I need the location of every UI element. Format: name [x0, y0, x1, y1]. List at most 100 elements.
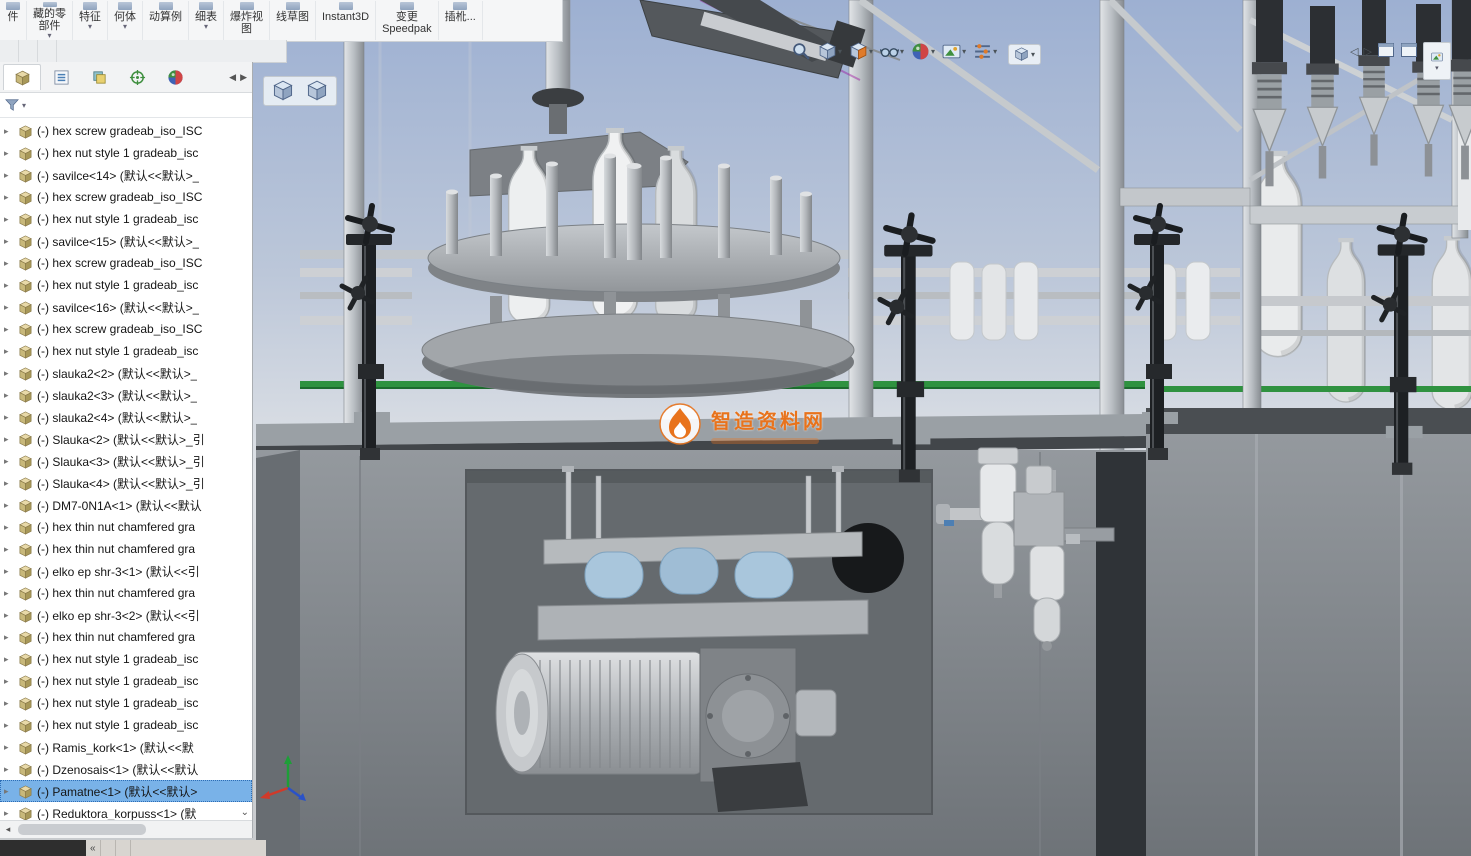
model-view-tab[interactable] — [130, 840, 145, 856]
tree-item[interactable]: ▸ (-) Slauka<4> (默认<<默认>_引 — [0, 472, 252, 494]
tree-item[interactable]: ▸ (-) hex screw gradeab_iso_ISC — [0, 318, 252, 340]
display-state-cube-icon[interactable] — [272, 80, 294, 102]
dimxpertmanager-icon[interactable] — [119, 65, 155, 90]
expand-arrow-icon[interactable]: ▸ — [4, 390, 16, 401]
previous-window-icon[interactable]: ◁ — [1350, 42, 1358, 58]
apply-scene-icon[interactable]: ▾ — [942, 42, 966, 61]
expand-arrow-icon[interactable]: ▸ — [4, 654, 16, 665]
ribbon-tab[interactable] — [19, 40, 38, 62]
hidden-components-cube-icon[interactable] — [306, 80, 328, 102]
hide-show-items-glasses-icon[interactable]: ▾ — [880, 42, 904, 61]
dropdown-caret-icon[interactable]: ▾ — [869, 47, 873, 56]
expand-arrow-icon[interactable]: ▸ — [4, 280, 16, 291]
view-settings-icon[interactable]: ▾ — [973, 42, 997, 61]
ribbon-button[interactable]: Instant3D — [316, 1, 376, 40]
tree-item[interactable]: ▸ (-) hex nut style 1 gradeab_isc — [0, 714, 252, 736]
tree-item[interactable]: ▸ (-) hex screw gradeab_iso_ISC — [0, 186, 252, 208]
tree-item[interactable]: ▸ (-) hex nut style 1 gradeab_isc — [0, 692, 252, 714]
expand-arrow-icon[interactable]: ▸ — [4, 302, 16, 313]
scene-selector-button[interactable]: ▾ — [1423, 42, 1451, 80]
ribbon-button[interactable]: 动算例 — [143, 1, 189, 40]
expand-arrow-icon[interactable]: ▸ — [4, 632, 16, 643]
expand-arrow-icon[interactable]: ▸ — [4, 236, 16, 247]
expand-arrow-icon[interactable]: ▸ — [4, 148, 16, 159]
tree-item[interactable]: ▸ (-) hex screw gradeab_iso_ISC — [0, 252, 252, 274]
tree-item[interactable]: ▸ (-) Slauka<3> (默认<<默认>_引 — [0, 450, 252, 472]
tree-item[interactable]: ▸ (-) Ramis_kork<1> (默认<<默 — [0, 736, 252, 758]
tree-item[interactable]: ▸ (-) slauka2<2> (默认<<默认>_ — [0, 362, 252, 384]
ribbon-button[interactable]: 藏的零 部件 ▾ — [27, 1, 73, 40]
expand-arrow-icon[interactable]: ▸ — [4, 412, 16, 423]
tree-item[interactable]: ▸ (-) hex thin nut chamfered gra — [0, 538, 252, 560]
tree-item[interactable]: ▸ (-) Slauka<2> (默认<<默认>_引 — [0, 428, 252, 450]
expand-arrow-icon[interactable]: ▸ — [4, 434, 16, 445]
expand-arrow-icon[interactable]: ▸ — [4, 170, 16, 181]
expand-arrow-icon[interactable]: ▸ — [4, 742, 16, 753]
tree-item[interactable]: ▸ (-) savilce<16> (默认<<默认>_ — [0, 296, 252, 318]
displaymanager-icon[interactable] — [157, 65, 193, 90]
window-icon[interactable] — [1377, 42, 1395, 63]
tree-item[interactable]: ▸ (-) slauka2<3> (默认<<默认>_ — [0, 384, 252, 406]
expand-arrow-icon[interactable]: ▸ — [4, 676, 16, 687]
configurationmanager-icon[interactable] — [81, 65, 117, 90]
ribbon-tab[interactable] — [38, 40, 57, 62]
tree-item[interactable]: ▸ (-) hex nut style 1 gradeab_isc — [0, 208, 252, 230]
ribbon-button[interactable]: 细表 ▾ — [189, 1, 224, 40]
tree-item[interactable]: ▸ (-) slauka2<4> (默认<<默认>_ — [0, 406, 252, 428]
ribbon-button[interactable]: 线草图 — [270, 1, 316, 40]
tree-item[interactable]: ▸ (-) hex nut style 1 gradeab_isc — [0, 142, 252, 164]
tree-item[interactable]: ▸ (-) hex nut style 1 gradeab_isc — [0, 648, 252, 670]
tree-item[interactable]: ▸ (-) Pamatne<1> (默认<<默认> — [0, 780, 252, 802]
propertymanager-icon[interactable] — [43, 65, 79, 90]
expand-arrow-icon[interactable]: ▸ — [4, 522, 16, 533]
dropdown-caret-icon[interactable]: ▾ — [900, 47, 904, 56]
ribbon-button[interactable]: 特征 ▾ — [73, 1, 108, 40]
tree-item[interactable]: ▸ (-) savilce<15> (默认<<默认>_ — [0, 230, 252, 252]
collapse-tabs-icon[interactable]: « — [86, 843, 100, 854]
ribbon-tab[interactable] — [0, 40, 19, 62]
featuremanager-tree-icon[interactable] — [3, 64, 41, 90]
tree-item[interactable]: ▸ (-) hex nut style 1 gradeab_isc — [0, 274, 252, 296]
expand-arrow-icon[interactable]: ▸ — [4, 588, 16, 599]
ribbon-button[interactable]: 变更 Speedpak — [376, 1, 439, 40]
expand-arrow-icon[interactable]: ▸ — [4, 258, 16, 269]
expand-arrow-icon[interactable]: ▸ — [4, 764, 16, 775]
expand-arrow-icon[interactable]: ▸ — [4, 808, 16, 819]
tree-item[interactable]: ▸ (-) elko ep shr-3<1> (默认<<引 — [0, 560, 252, 582]
section-view-icon[interactable]: ▾ — [849, 42, 873, 61]
tree-item[interactable]: ▸ (-) hex screw gradeab_iso_ISC — [0, 120, 252, 142]
ribbon-button[interactable]: 爆炸视 图 — [224, 1, 270, 40]
tree-item[interactable]: ▸ (-) hex nut style 1 gradeab_isc — [0, 340, 252, 362]
expand-arrow-icon[interactable]: ▸ — [4, 610, 16, 621]
tree-item[interactable]: ▸ (-) Dzenosais<1> (默认<<默认 — [0, 758, 252, 780]
dropdown-caret-icon[interactable]: ▾ — [22, 101, 26, 110]
scrollbar-thumb[interactable] — [18, 824, 146, 835]
zoom-to-fit-icon[interactable] — [792, 42, 811, 61]
ribbon-button[interactable]: 何体 ▾ — [108, 1, 143, 40]
dropdown-caret-icon[interactable]: ▾ — [123, 23, 127, 31]
dropdown-caret-icon[interactable]: ▾ — [993, 47, 997, 56]
dropdown-caret-icon[interactable]: ▾ — [931, 47, 935, 56]
tile-windows-icon[interactable] — [1400, 42, 1418, 63]
model-view-tab[interactable] — [100, 840, 115, 856]
view-orientation-cube-icon[interactable]: ▾ — [818, 42, 842, 61]
tree-item[interactable]: ▸ (-) Reduktora_korpuss<1> (默 — [0, 802, 252, 820]
display-pane-button[interactable]: ▾ — [1008, 44, 1041, 65]
dropdown-caret-icon[interactable]: ▾ — [88, 23, 92, 31]
expand-arrow-icon[interactable]: ▸ — [4, 192, 16, 203]
expand-arrow-icon[interactable]: ▸ — [4, 544, 16, 555]
tree-item[interactable]: ▸ (-) savilce<14> (默认<<默认>_ — [0, 164, 252, 186]
model-view-tab[interactable] — [115, 840, 130, 856]
expand-arrow-icon[interactable]: ▸ — [4, 786, 16, 797]
expand-arrow-icon[interactable]: ▸ — [4, 126, 16, 137]
filter-funnel-icon[interactable] — [5, 98, 19, 112]
tree-item[interactable]: ▸ (-) hex thin nut chamfered gra — [0, 516, 252, 538]
tree-item[interactable]: ▸ (-) hex thin nut chamfered gra — [0, 626, 252, 648]
tree-item[interactable]: ▸ (-) elko ep shr-3<2> (默认<<引 — [0, 604, 252, 626]
expand-arrow-icon[interactable]: ▸ — [4, 214, 16, 225]
ribbon-button[interactable]: 插杹... — [439, 1, 483, 40]
dropdown-caret-icon[interactable]: ▾ — [962, 47, 966, 56]
dropdown-caret-icon[interactable]: ▾ — [47, 32, 51, 40]
expand-arrow-icon[interactable]: ▸ — [4, 720, 16, 731]
tree-horizontal-scrollbar[interactable]: ◂ — [0, 820, 252, 838]
